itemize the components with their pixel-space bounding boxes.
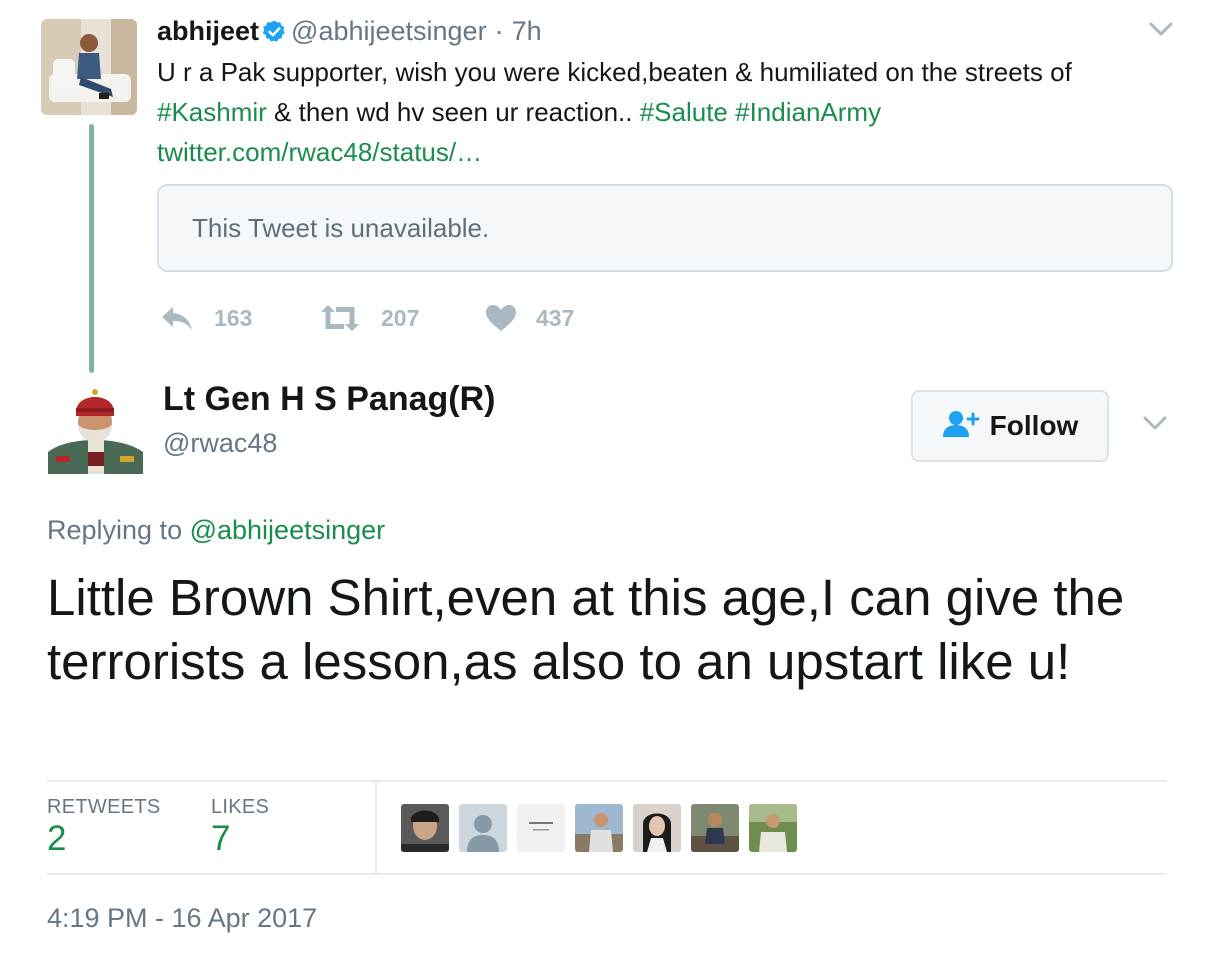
stats-bottom-divider xyxy=(47,873,1167,875)
likes-stat[interactable]: LIKES 7 xyxy=(211,796,269,859)
parent-tweet-text: U r a Pak supporter, wish you were kicke… xyxy=(157,52,1167,172)
stats-top-divider xyxy=(47,780,1167,782)
thread-connector-line xyxy=(89,124,94,373)
chevron-down-icon[interactable] xyxy=(1140,408,1170,438)
replying-to-prefix: Replying to xyxy=(47,515,190,545)
retweet-action[interactable]: 207 xyxy=(320,304,485,332)
like-action[interactable]: 437 xyxy=(485,304,574,332)
follow-button-label: Follow xyxy=(989,410,1079,441)
liker-avatar[interactable] xyxy=(459,804,507,852)
heart-icon xyxy=(485,304,517,332)
retweet-count: 207 xyxy=(381,304,420,331)
replying-to-handle[interactable]: @abhijeetsinger xyxy=(190,515,386,545)
liker-avatar[interactable] xyxy=(575,804,623,852)
likes-label: LIKES xyxy=(211,796,270,818)
retweets-label: RETWEETS xyxy=(47,796,161,818)
retweets-count: 2 xyxy=(47,819,67,858)
tweet-timestamp[interactable]: 4:19 PM - 16 Apr 2017 xyxy=(47,903,317,934)
header-separator: · xyxy=(494,15,504,46)
parent-text-part-2: & then wd hv seen ur reaction.. xyxy=(266,97,640,127)
main-author-handle[interactable]: @rwac48 xyxy=(163,428,277,459)
verified-badge-icon xyxy=(262,19,287,44)
main-author-name[interactable]: Lt Gen H S Panag(R) xyxy=(163,380,495,419)
tweet-link[interactable]: twitter.com/rwac48/status/… xyxy=(157,137,482,167)
parent-text-part-1: U r a Pak supporter, wish you were kicke… xyxy=(157,57,1072,87)
main-tweet-text: Little Brown Shirt,even at this age,I ca… xyxy=(47,569,1125,690)
hashtag-indianarmy[interactable]: #IndianArmy xyxy=(735,97,881,127)
liker-avatar[interactable] xyxy=(749,804,797,852)
retweets-stat[interactable]: RETWEETS 2 xyxy=(47,796,161,859)
liker-avatar[interactable] xyxy=(401,804,449,852)
liker-avatars xyxy=(401,804,797,852)
follow-user-plus-icon xyxy=(942,410,980,443)
parent-author-avatar[interactable] xyxy=(41,19,137,115)
stats-vertical-divider xyxy=(375,782,377,874)
liker-avatar[interactable] xyxy=(691,804,739,852)
quoted-tweet-card: This Tweet is unavailable. xyxy=(157,184,1173,272)
reply-count: 163 xyxy=(214,304,253,331)
chevron-down-icon[interactable] xyxy=(1146,14,1176,44)
parent-author-handle[interactable]: @abhijeetsinger xyxy=(291,16,487,47)
likes-count: 7 xyxy=(211,819,231,858)
follow-button[interactable]: Follow xyxy=(911,390,1109,462)
hashtag-salute[interactable]: #Salute xyxy=(640,97,728,127)
hashtag-kashmir[interactable]: #Kashmir xyxy=(157,97,267,127)
parent-tweet-actions: 163 207 437 xyxy=(160,300,574,336)
quoted-tweet-unavailable-text: This Tweet is unavailable. xyxy=(192,213,490,243)
liker-avatar[interactable] xyxy=(633,804,681,852)
liker-avatar[interactable] xyxy=(517,804,565,852)
main-author-avatar[interactable] xyxy=(48,378,143,474)
parent-tweet-time[interactable]: 7h xyxy=(512,16,542,47)
retweet-icon xyxy=(320,304,360,332)
like-count: 437 xyxy=(536,304,575,331)
reply-icon xyxy=(160,304,194,332)
reply-action[interactable]: 163 xyxy=(160,304,320,332)
parent-author-name[interactable]: abhijeet xyxy=(157,16,259,47)
parent-tweet-header: abhijeet @abhijeetsinger · 7h xyxy=(157,14,542,48)
replying-to-line: Replying to @abhijeetsinger xyxy=(47,515,385,546)
